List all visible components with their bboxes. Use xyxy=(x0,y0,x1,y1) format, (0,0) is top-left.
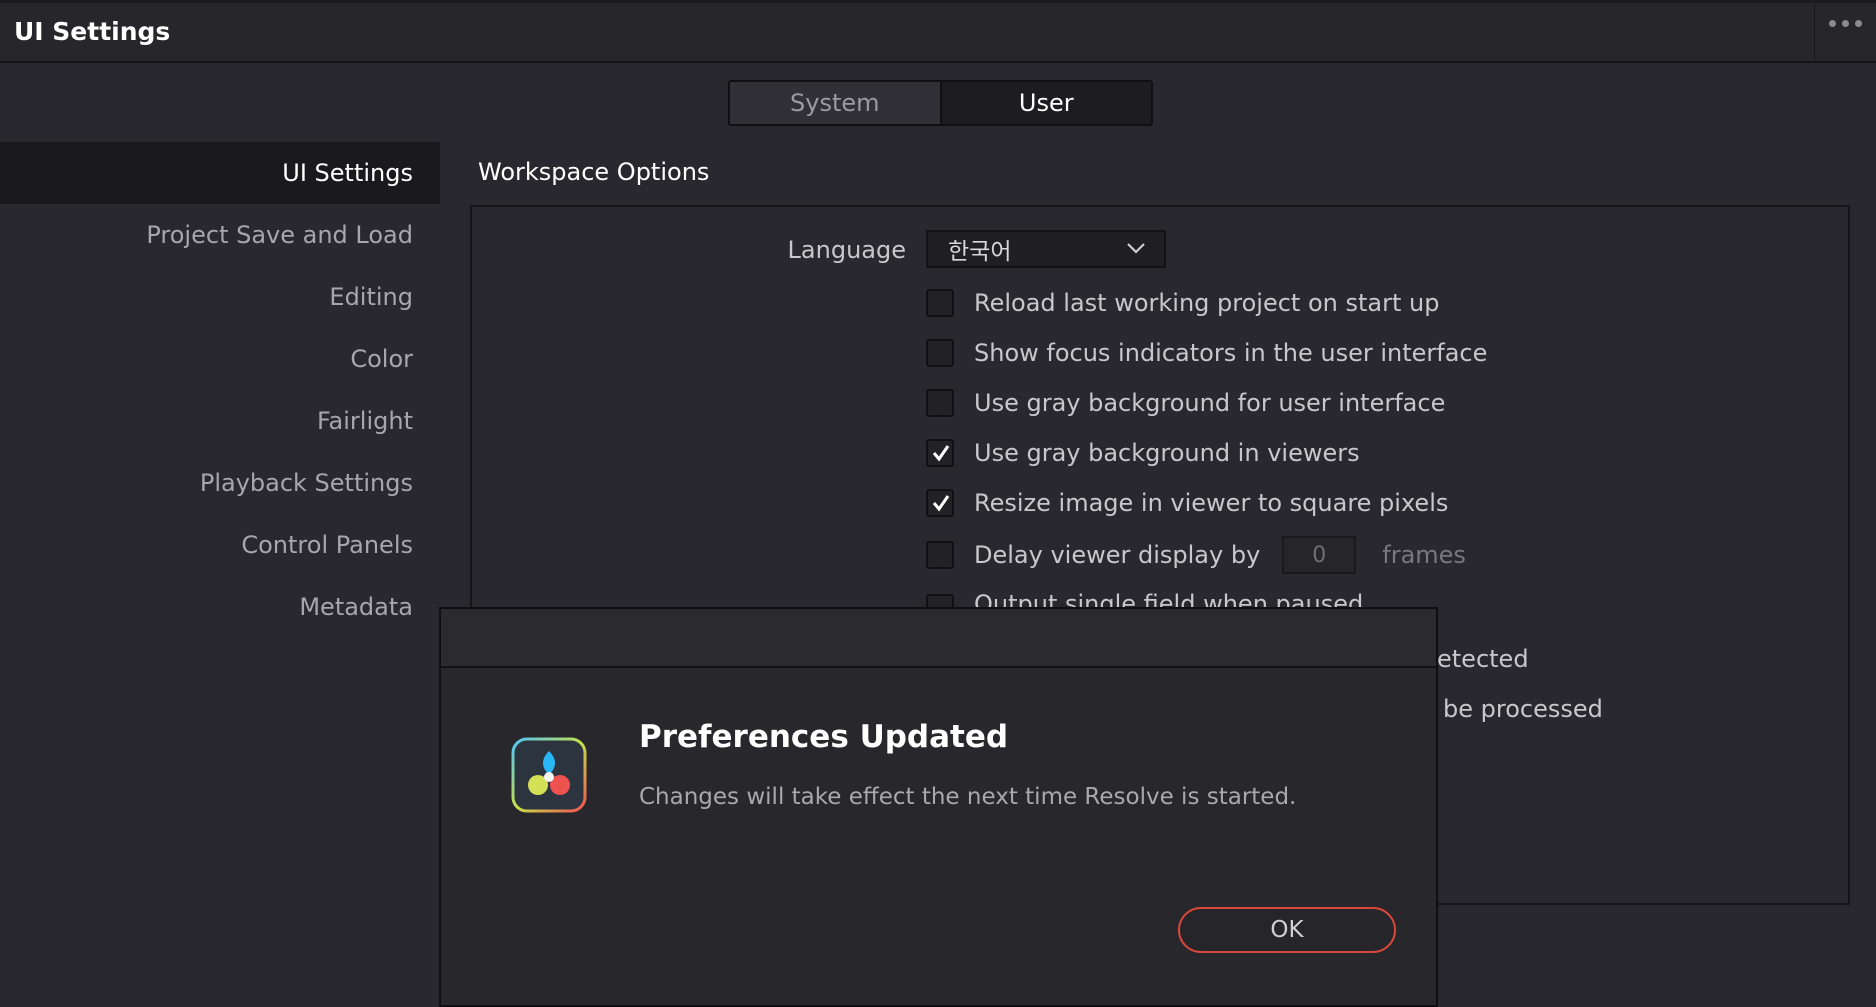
option-row: Use gray background in viewers xyxy=(926,439,1360,467)
partially-hidden-option: Output single field when paused xyxy=(926,592,1363,608)
gray-viewer-checkbox[interactable] xyxy=(926,439,954,467)
checkmark-icon xyxy=(932,445,950,462)
language-select[interactable]: 한국어 xyxy=(926,230,1166,268)
sidebar-item-control-panels[interactable]: Control Panels xyxy=(0,514,440,576)
option-label: Show focus indicators in the user interf… xyxy=(974,339,1488,367)
title-bar: UI Settings xyxy=(0,3,1876,63)
window-title: UI Settings xyxy=(14,17,171,46)
option-label: Resize image in viewer to square pixels xyxy=(974,489,1449,517)
partial-text-detected: etected xyxy=(1437,645,1529,673)
focus-indicators-checkbox[interactable] xyxy=(926,339,954,367)
tab-user[interactable]: User xyxy=(941,82,1151,124)
checkmark-icon xyxy=(932,495,950,512)
dialog-message: Changes will take effect the next time R… xyxy=(639,784,1297,810)
frames-unit-label: frames xyxy=(1382,541,1466,569)
language-label: Language xyxy=(787,236,906,264)
partial-text-processed: be processed xyxy=(1443,695,1603,723)
option-label: Reload last working project on start up xyxy=(974,289,1440,317)
option-label: Output single field when paused xyxy=(974,592,1364,608)
sidebar-item-playback-settings[interactable]: Playback Settings xyxy=(0,452,440,514)
language-value: 한국어 xyxy=(948,239,1012,265)
option-row: Resize image in viewer to square pixels xyxy=(926,489,1448,517)
sidebar-item-fairlight[interactable]: Fairlight xyxy=(0,390,440,452)
option-row: Show focus indicators in the user interf… xyxy=(926,339,1487,367)
preferences-dialog: Preferences Updated Changes will take ef… xyxy=(439,607,1438,1007)
option-row: Use gray background for user interface xyxy=(926,389,1445,417)
settings-scope-tabs: System User xyxy=(728,80,1153,126)
title-separator xyxy=(1814,3,1815,61)
delay-row: Delay viewer display by 0 frames xyxy=(926,536,1466,574)
option-label: Use gray background for user interface xyxy=(974,389,1446,417)
gray-ui-checkbox[interactable] xyxy=(926,389,954,417)
dialog-header xyxy=(441,609,1436,668)
sidebar-item-metadata[interactable]: Metadata xyxy=(0,576,440,638)
sidebar-item-ui-settings[interactable]: UI Settings xyxy=(0,142,440,204)
option-row: Reload last working project on start up xyxy=(926,289,1439,317)
ok-button[interactable]: OK xyxy=(1178,907,1396,953)
reload-project-checkbox[interactable] xyxy=(926,289,954,317)
sidebar-item-project-save-and-load[interactable]: Project Save and Load xyxy=(0,204,440,266)
section-title: Workspace Options xyxy=(478,158,710,186)
resolve-logo-icon xyxy=(511,737,587,813)
option-label: Use gray background in viewers xyxy=(974,439,1360,467)
sidebar: UI Settings Project Save and Load Editin… xyxy=(0,142,440,638)
dialog-title: Preferences Updated xyxy=(639,719,1009,755)
delay-label: Delay viewer display by xyxy=(974,541,1261,569)
more-options-icon[interactable] xyxy=(1829,20,1862,27)
delay-viewer-checkbox[interactable] xyxy=(926,541,954,569)
sidebar-item-editing[interactable]: Editing xyxy=(0,266,440,328)
sidebar-item-color[interactable]: Color xyxy=(0,328,440,390)
tab-system[interactable]: System xyxy=(730,82,942,124)
single-field-checkbox[interactable] xyxy=(926,594,954,608)
chevron-down-icon xyxy=(1127,243,1145,254)
square-pixels-checkbox[interactable] xyxy=(926,489,954,517)
delay-frames-input[interactable]: 0 xyxy=(1282,536,1357,574)
